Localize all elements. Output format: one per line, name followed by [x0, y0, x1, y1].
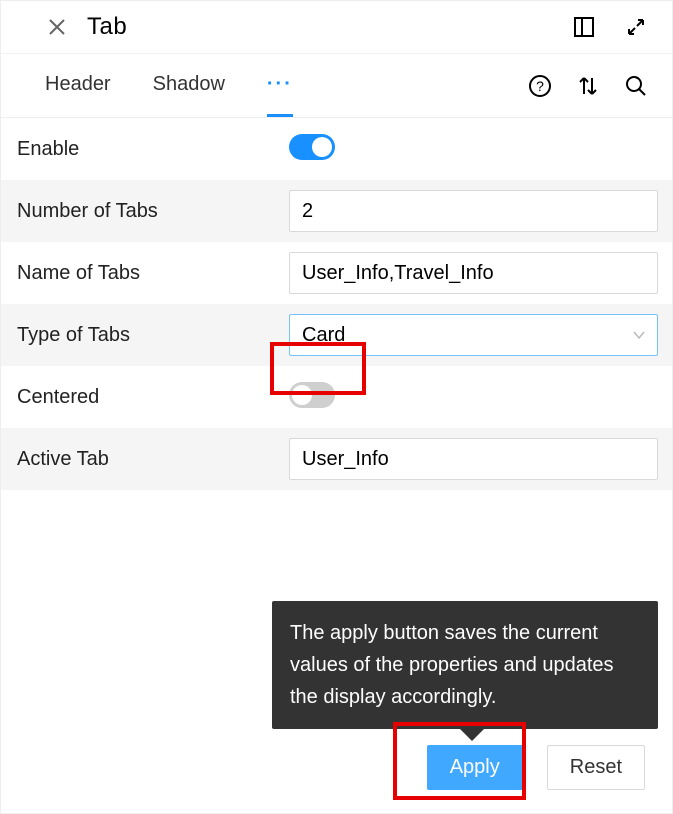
row-activetab: Active Tab: [1, 428, 672, 490]
property-rows: Enable Number of Tabs Name of Tabs Type …: [1, 118, 672, 490]
row-numtabs: Number of Tabs: [1, 180, 672, 242]
tab-bar: Header Shadow ··· ?: [1, 54, 672, 118]
expand-icon[interactable]: [624, 15, 648, 39]
numtabs-input[interactable]: [289, 190, 658, 232]
help-icon[interactable]: ?: [528, 74, 552, 98]
label-nametabs: Name of Tabs: [17, 262, 277, 285]
footer-actions: Apply Reset: [427, 745, 645, 790]
centered-switch[interactable]: [289, 382, 335, 408]
tab-header[interactable]: Header: [45, 54, 111, 117]
label-centered: Centered: [17, 386, 277, 409]
panel-title: Tab: [87, 13, 554, 41]
layout-icon[interactable]: [572, 15, 596, 39]
tab-shadow[interactable]: Shadow: [153, 54, 225, 117]
svg-text:?: ?: [536, 78, 544, 94]
close-icon[interactable]: [45, 15, 69, 39]
title-bar: Tab: [1, 1, 672, 54]
nametabs-input[interactable]: [289, 252, 658, 294]
label-numtabs: Number of Tabs: [17, 200, 277, 223]
apply-button[interactable]: Apply: [427, 745, 523, 790]
row-nametabs: Name of Tabs: [1, 242, 672, 304]
typetabs-select[interactable]: [289, 314, 658, 356]
label-enable: Enable: [17, 138, 277, 161]
label-activetab: Active Tab: [17, 448, 277, 471]
search-icon[interactable]: [624, 74, 648, 98]
activetab-input[interactable]: [289, 438, 658, 480]
label-typetabs: Type of Tabs: [17, 324, 277, 347]
tab-more[interactable]: ···: [267, 54, 293, 117]
row-enable: Enable: [1, 118, 672, 180]
reset-button[interactable]: Reset: [547, 745, 645, 790]
enable-switch[interactable]: [289, 134, 335, 160]
apply-tooltip: The apply button saves the current value…: [272, 601, 658, 729]
row-centered: Centered: [1, 366, 672, 428]
row-typetabs: Type of Tabs: [1, 304, 672, 366]
sort-icon[interactable]: [576, 74, 600, 98]
